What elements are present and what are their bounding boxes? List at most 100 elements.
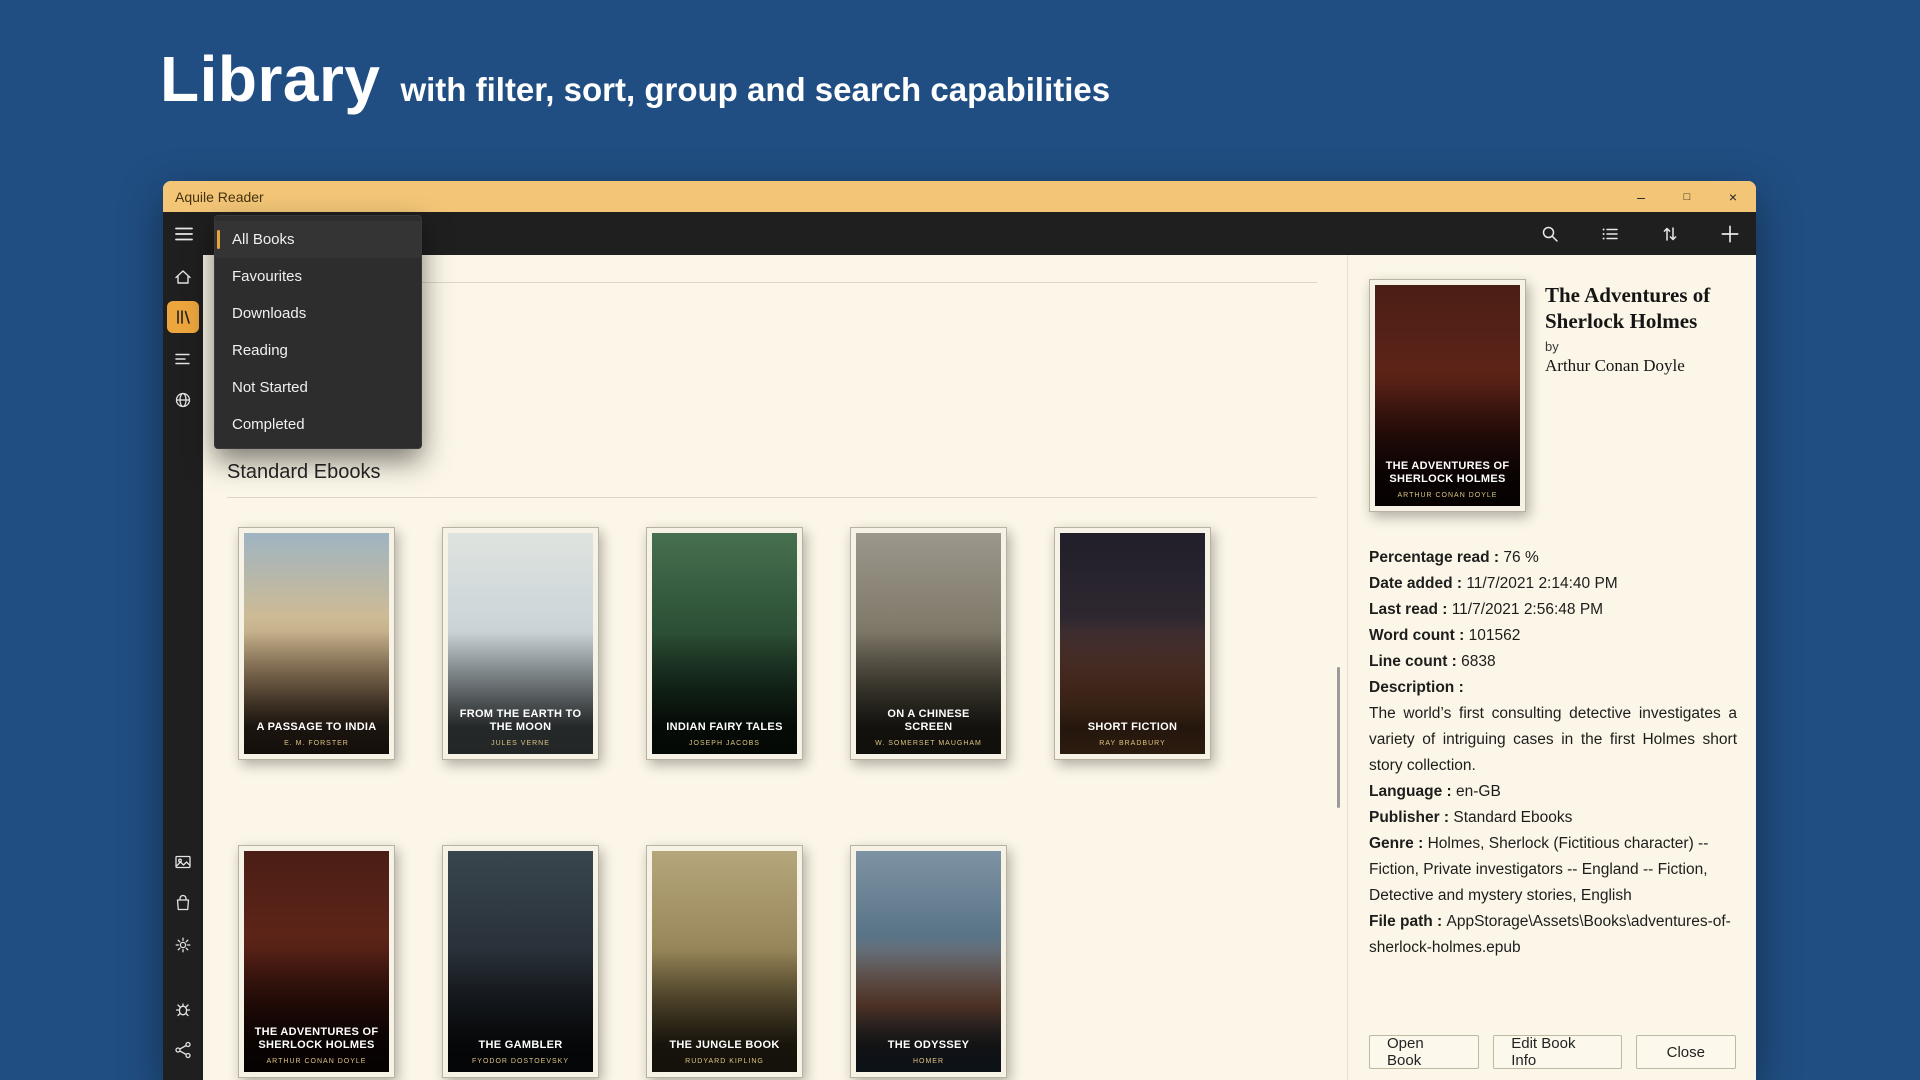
menu-item-not-started[interactable]: Not Started	[215, 369, 421, 406]
book-cover-art: ON A CHINESE SCREEN W. SOMERSET MAUGHAM	[856, 533, 1001, 754]
reading-list-button[interactable]	[1598, 222, 1622, 246]
cover-shade	[244, 950, 389, 1072]
book-author: HOMER	[856, 1058, 1001, 1065]
book-cover-art: THE JUNGLE BOOKRUDYARD KIPLING	[652, 851, 797, 1072]
menu-item-favourites[interactable]: Favourites	[215, 258, 421, 295]
menu-item-downloads[interactable]: Downloads	[215, 295, 421, 332]
bug-icon	[173, 999, 193, 1019]
meta-row: Publisher : Standard Ebooks	[1369, 805, 1737, 831]
meta-value: 11/7/2021 2:56:48 PM	[1452, 601, 1603, 618]
book-title: THE ADVENTURES OF SHERLOCK HOLMES	[1375, 460, 1520, 488]
home-icon	[173, 267, 193, 287]
book-title: ON A CHINESE SCREEN	[856, 708, 1001, 736]
book-author: JOSEPH JACOBS	[652, 740, 797, 747]
book-cover[interactable]: THE GAMBLERFYODOR DOSTOEVSKY	[442, 845, 599, 1078]
window-controls: – □ ×	[1618, 181, 1756, 212]
open-book-button[interactable]: Open Book	[1369, 1035, 1479, 1069]
add-book-button[interactable]	[1718, 222, 1742, 246]
globe-icon	[173, 390, 193, 410]
book-cover[interactable]: A PASSAGE TO INDIAE. M. FORSTER	[238, 527, 395, 760]
group-title: Standard Ebooks	[227, 461, 380, 484]
sidebar-item-collections[interactable]	[171, 347, 195, 371]
maximize-button[interactable]: □	[1664, 181, 1710, 212]
hamburger-menu-button[interactable]	[173, 223, 195, 245]
meta-label: Description :	[1369, 679, 1464, 696]
meta-row: Description :	[1369, 675, 1737, 701]
menu-item-completed[interactable]: Completed	[215, 406, 421, 443]
meta-value: 11/7/2021 2:14:40 PM	[1466, 575, 1617, 592]
menu-item-reading[interactable]: Reading	[215, 332, 421, 369]
sidebar-item-debug[interactable]	[171, 997, 195, 1021]
book-cover-art: THE ODYSSEY HOMER	[856, 851, 1001, 1072]
search-button[interactable]	[1538, 222, 1562, 246]
book-title: FROM THE EARTH TO THE MOON	[448, 708, 593, 736]
book-cover[interactable]: THE ADVENTURES OF SHERLOCK HOLMES ARTHUR …	[238, 845, 395, 1078]
meta-row: Line count : 6838	[1369, 649, 1737, 675]
meta-row: Last read : 11/7/2021 2:56:48 PM	[1369, 597, 1737, 623]
meta-label: File path :	[1369, 913, 1447, 930]
meta-value: 76 %	[1503, 549, 1538, 566]
close-button[interactable]: ×	[1710, 181, 1756, 212]
sidebar-item-library[interactable]	[167, 301, 199, 333]
menu-item-label: Downloads	[232, 305, 306, 322]
cover-shade	[1375, 384, 1520, 506]
meta-row: Word count : 101562	[1369, 623, 1737, 649]
meta-label: Publisher :	[1369, 809, 1453, 826]
collections-icon	[173, 349, 193, 369]
minimize-icon: –	[1637, 189, 1645, 205]
book-cover[interactable]: SHORT FICTIONRAY BRADBURY	[1054, 527, 1211, 760]
sidebar-item-home[interactable]	[171, 265, 195, 289]
book-cover[interactable]: ON A CHINESE SCREEN W. SOMERSET MAUGHAM	[850, 527, 1007, 760]
book-title: INDIAN FAIRY TALES	[652, 721, 797, 735]
sidebar-item-store[interactable]	[171, 891, 195, 915]
book-cover-art: INDIAN FAIRY TALES JOSEPH JACOBS	[652, 533, 797, 754]
library-icon	[173, 307, 193, 327]
edit-book-info-button[interactable]: Edit Book Info	[1493, 1035, 1621, 1069]
sidebar-item-share[interactable]	[171, 1038, 195, 1062]
sidebar-item-settings[interactable]	[171, 933, 195, 957]
scrollbar-thumb[interactable]	[1337, 667, 1340, 808]
details-cover-slot: THE ADVENTURES OF SHERLOCK HOLMES ARTHUR …	[1369, 279, 1526, 512]
minimize-button[interactable]: –	[1618, 181, 1664, 212]
meta-label: Language :	[1369, 783, 1456, 800]
details-actions: Open Book Edit Book Info Close	[1369, 1035, 1736, 1069]
sidebar-item-pictures[interactable]	[171, 850, 195, 874]
book-title: SHORT FICTION	[1060, 721, 1205, 735]
sort-button[interactable]	[1658, 222, 1682, 246]
book-cover[interactable]: THE ODYSSEY HOMER	[850, 845, 1007, 1078]
library-filter-menu: All BooksFavourites Downloads Reading Not S…	[214, 215, 422, 449]
book-author: ARTHUR CONAN DOYLE	[1375, 492, 1520, 499]
book-cover[interactable]: INDIAN FAIRY TALES JOSEPH JACOBS	[646, 527, 803, 760]
cover-shade	[244, 632, 389, 754]
menu-item-label: Completed	[232, 416, 305, 433]
meta-paragraph: The world’s first consulting detective i…	[1369, 701, 1737, 779]
book-author: W. SOMERSET MAUGHAM	[856, 740, 1001, 747]
meta-label: Word count :	[1369, 627, 1469, 644]
book-author: FYODOR DOSTOEVSKY	[448, 1058, 593, 1065]
window-titlebar[interactable]: Aquile Reader – □ ×	[163, 181, 1756, 212]
menu-item-all-books[interactable]: All Books	[215, 221, 421, 258]
add-icon	[1719, 223, 1741, 245]
book-author: E. M. FORSTER	[244, 740, 389, 747]
cover-shade	[1060, 632, 1205, 754]
cover-shade	[448, 632, 593, 754]
maximize-icon: □	[1684, 191, 1691, 203]
books-grid: A PASSAGE TO INDIAE. M. FORSTER FROM THE …	[238, 527, 1278, 1078]
book-cover[interactable]: THE JUNGLE BOOKRUDYARD KIPLING	[646, 845, 803, 1078]
book-cover-art: A PASSAGE TO INDIAE. M. FORSTER	[244, 533, 389, 754]
cover-shade	[652, 950, 797, 1072]
toolbar-actions	[1538, 212, 1742, 255]
page-subtitle: with filter, sort, group and search capa…	[400, 71, 1110, 109]
book-cover-art: SHORT FICTIONRAY BRADBURY	[1060, 533, 1205, 754]
sidebar-item-web[interactable]	[171, 388, 195, 412]
close-details-button[interactable]: Close	[1636, 1035, 1736, 1069]
book-details-panel: THE ADVENTURES OF SHERLOCK HOLMES ARTHUR …	[1347, 255, 1756, 1080]
meta-row: Genre : Holmes, Sherlock (Fictitious cha…	[1369, 831, 1737, 909]
book-author: ARTHUR CONAN DOYLE	[244, 1058, 389, 1065]
book-cover[interactable]: FROM THE EARTH TO THE MOONJULES VERNE	[442, 527, 599, 760]
book-title: THE ODYSSEY	[856, 1039, 1001, 1053]
book-author: RUDYARD KIPLING	[652, 1058, 797, 1065]
page-headline: Library with filter, sort, group and sea…	[160, 42, 1110, 116]
menu-item-label: Reading	[232, 342, 288, 359]
book-title: THE ADVENTURES OF SHERLOCK HOLMES	[244, 1026, 389, 1054]
